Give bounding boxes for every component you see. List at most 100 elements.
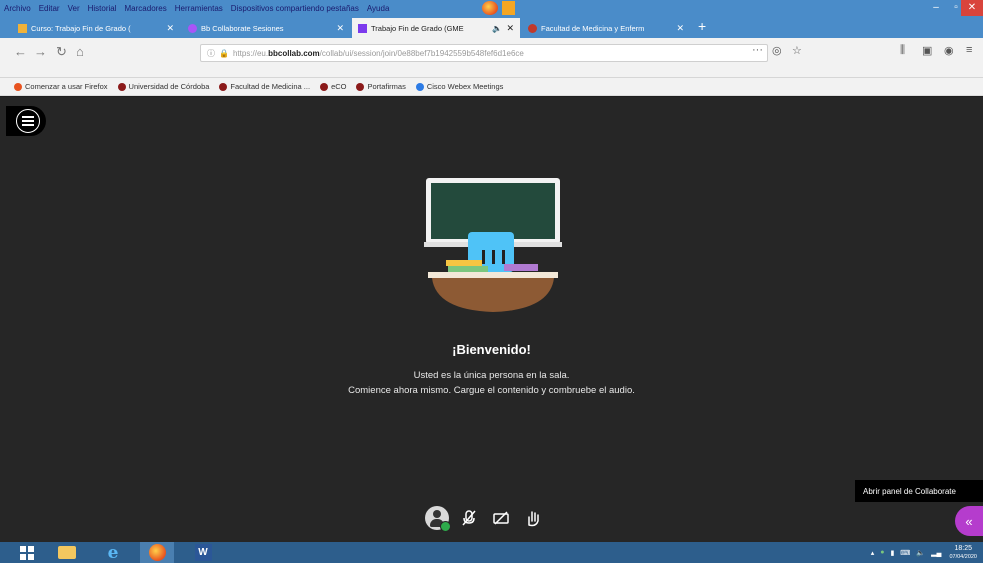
microphone-off-icon: [462, 510, 476, 526]
bookmark-label: Portafirmas: [367, 82, 406, 91]
tab-label: Bb Collaborate Sesiones: [201, 23, 284, 33]
menu-ayuda[interactable]: Ayuda: [363, 4, 394, 13]
tab-favicon-icon: [188, 23, 197, 33]
signal-icon[interactable]: ▂▄: [931, 549, 941, 557]
tab-bar: Curso: Trabajo Fin de Grado ( ✕ Bb Colla…: [0, 16, 983, 38]
bookmark-universidad-cordoba[interactable]: Universidad de Córdoba: [117, 82, 209, 91]
desk-body: [432, 278, 554, 312]
tray-app-icon[interactable]: ●: [880, 549, 884, 556]
welcome-message-line2: Comience ahora mismo. Cargue el contenid…: [348, 385, 635, 396]
menu-herramientas[interactable]: Herramientas: [171, 4, 227, 13]
camera-button[interactable]: [488, 505, 514, 531]
new-tab-icon[interactable]: +: [692, 16, 706, 38]
word-taskbar-button[interactable]: W: [186, 542, 220, 563]
url-path: /collab/ui/session/join/0e88bef7b1942559…: [319, 48, 524, 58]
classroom-illustration: [424, 178, 562, 312]
tab-favicon-icon: [358, 23, 367, 33]
raise-hand-icon: [528, 511, 539, 527]
windows-taskbar: e W ▴ ● ▮ ⌨ 🔈 ▂▄ 18:25 07/04/2020: [0, 542, 983, 563]
open-collaborate-panel-button[interactable]: «: [955, 506, 983, 536]
bookmark-cisco-webex[interactable]: Cisco Webex Meetings: [415, 82, 503, 91]
windows-start-button[interactable]: [10, 542, 44, 563]
microphone-button[interactable]: [456, 505, 482, 531]
raise-hand-button[interactable]: [520, 505, 546, 531]
folder-icon: [58, 546, 76, 559]
session-menu-button[interactable]: [6, 106, 46, 136]
camera-off-icon: [493, 511, 509, 525]
back-icon[interactable]: ←: [14, 44, 27, 59]
session-controls: [424, 505, 552, 532]
avatar: [425, 506, 451, 532]
sidebar-icon[interactable]: ▣: [922, 44, 932, 57]
university-icon: [219, 82, 228, 91]
volume-icon[interactable]: 🔈: [916, 549, 925, 557]
pocket-icon[interactable]: ◎: [772, 44, 782, 57]
tab-favicon-icon: [18, 23, 27, 33]
menu-archivo[interactable]: Archivo: [0, 4, 35, 13]
tab-collaborate-sesiones[interactable]: Bb Collaborate Sesiones ✕: [182, 18, 350, 38]
network-icon[interactable]: ▮: [890, 549, 894, 557]
menu-marcadores[interactable]: Marcadores: [121, 4, 171, 13]
bookmark-comenzar-firefox[interactable]: Comenzar a usar Firefox: [14, 82, 108, 91]
navigation-bar: ← → ↻ ⌂ ⓘ 🔒 https://eu. bbcollab.com /co…: [0, 38, 983, 78]
firefox-taskbar-button[interactable]: [140, 542, 174, 563]
close-window-icon[interactable]: ✕: [961, 0, 983, 16]
menu-historial[interactable]: Historial: [84, 4, 121, 13]
tab-close-icon[interactable]: ✕: [506, 23, 514, 34]
clock-date: 07/04/2020: [949, 553, 977, 560]
menu-editar[interactable]: Editar: [35, 4, 64, 13]
lock-icon[interactable]: 🔒: [219, 49, 229, 58]
bookmark-facultad-medicina[interactable]: Facultad de Medicina ...: [219, 82, 310, 91]
menu-bar: Archivo Editar Ver Historial Marcadores …: [0, 0, 983, 16]
page-actions-icon[interactable]: ···: [752, 44, 763, 56]
tab-close-icon[interactable]: ✕: [166, 23, 174, 34]
bookmark-eco[interactable]: eCO: [320, 82, 346, 91]
menu-icon[interactable]: ≡: [966, 44, 972, 56]
tab-label: Trabajo Fin de Grado (GME: [371, 23, 464, 33]
tab-close-icon[interactable]: ✕: [676, 23, 684, 34]
reload-icon[interactable]: ↻: [56, 44, 67, 60]
tab-close-icon[interactable]: ✕: [336, 23, 344, 34]
library-icon[interactable]: ⫼: [900, 44, 905, 57]
keyboard-icon[interactable]: ⌨: [900, 549, 910, 557]
my-status-button[interactable]: [424, 505, 451, 532]
bookmark-label: Facultad de Medicina ...: [230, 82, 311, 91]
book-green: [448, 266, 488, 272]
url-host: bbcollab.com: [268, 48, 320, 58]
university-icon: [117, 82, 126, 91]
file-explorer-button[interactable]: [50, 542, 84, 563]
home-icon[interactable]: ⌂: [76, 44, 84, 59]
clock-time: 18:25: [954, 544, 972, 552]
bookmark-label: Comenzar a usar Firefox: [25, 82, 108, 91]
tab-label: Facultad de Medicina y Enferm: [541, 23, 645, 33]
firefox-logo-icon: [482, 1, 498, 15]
welcome-title: ¡Bienvenido!: [452, 342, 531, 357]
chair-slot: [492, 250, 495, 264]
collaborate-panel-tooltip: Abrir panel de Collaborate: [855, 480, 983, 502]
hamburger-icon: [16, 109, 40, 133]
tab-favicon-icon: [528, 23, 537, 33]
collaborate-session-area: [0, 97, 983, 542]
tab-facultad-medicina[interactable]: Facultad de Medicina y Enferm ✕: [522, 18, 690, 38]
menu-ver[interactable]: Ver: [64, 4, 84, 13]
taskbar-clock[interactable]: 18:25 07/04/2020: [949, 545, 977, 561]
tab-curso[interactable]: Curso: Trabajo Fin de Grado ( ✕: [12, 18, 180, 38]
minimize-icon[interactable]: –: [925, 0, 947, 16]
bookmark-star-icon[interactable]: ☆: [792, 44, 802, 57]
bookmark-portafirmas[interactable]: Portafirmas: [356, 82, 406, 91]
tab-trabajo-fin-de-grado[interactable]: Trabajo Fin de Grado (GME 🔈 ✕: [352, 18, 520, 38]
forward-icon[interactable]: →: [34, 44, 47, 59]
word-icon: W: [194, 544, 212, 561]
tray-arrow-icon[interactable]: ▴: [871, 549, 875, 557]
account-icon[interactable]: ◉: [944, 44, 954, 57]
desk-top: [428, 272, 558, 278]
info-icon[interactable]: ⓘ: [207, 48, 215, 59]
status-ok-icon: [440, 521, 451, 532]
firefox-icon: [14, 82, 22, 91]
speaker-icon[interactable]: 🔈: [492, 24, 502, 33]
menu-dispositivos[interactable]: Dispositivos compartiendo pestañas: [227, 4, 363, 13]
internet-explorer-button[interactable]: e: [96, 542, 130, 563]
chair-slot: [482, 250, 485, 264]
book-yellow: [446, 260, 482, 266]
url-bar[interactable]: ⓘ 🔒 https://eu. bbcollab.com /collab/ui/…: [200, 44, 768, 62]
